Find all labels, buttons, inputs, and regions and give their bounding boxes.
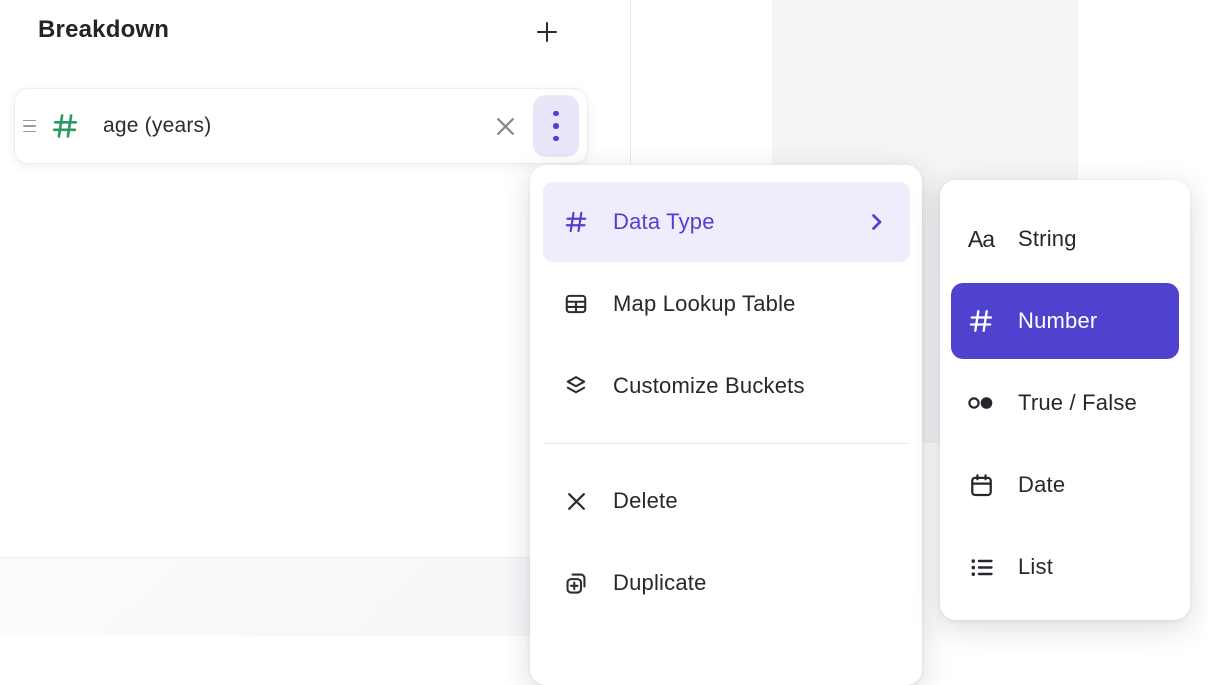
stack-icon	[563, 373, 589, 399]
list-icon	[966, 554, 996, 581]
string-icon: Aa	[966, 226, 996, 253]
remove-field-button[interactable]	[488, 109, 522, 143]
field-context-menu: Data Type Map Lookup Table Customize Buc…	[530, 165, 922, 685]
option-string[interactable]: Aa String	[940, 198, 1190, 280]
x-icon	[563, 489, 589, 514]
option-number[interactable]: Number	[951, 283, 1179, 359]
drag-handle-icon[interactable]	[23, 120, 37, 133]
add-breakdown-button[interactable]	[527, 12, 567, 52]
table-icon	[563, 291, 589, 317]
menu-item-map-lookup-table[interactable]: Map Lookup Table	[530, 263, 922, 345]
option-true-false[interactable]: True / False	[940, 362, 1190, 444]
page-title: Breakdown	[38, 16, 169, 44]
option-date[interactable]: Date	[940, 444, 1190, 526]
option-label: String	[1018, 226, 1077, 252]
menu-item-label: Map Lookup Table	[613, 291, 796, 317]
plus-icon	[533, 18, 561, 46]
menu-item-delete[interactable]: Delete	[530, 460, 922, 542]
menu-item-label: Data Type	[613, 209, 715, 235]
menu-item-duplicate[interactable]: Duplicate	[530, 542, 922, 624]
menu-item-data-type[interactable]: Data Type	[543, 182, 910, 262]
option-label: Number	[1018, 308, 1097, 334]
menu-item-label: Delete	[613, 488, 678, 514]
duplicate-plus-icon	[563, 570, 589, 596]
option-list[interactable]: List	[940, 526, 1190, 608]
hash-icon	[966, 307, 996, 335]
close-icon	[493, 114, 518, 139]
number-type-hash-icon	[50, 111, 80, 141]
chevron-right-icon	[864, 210, 888, 234]
field-name-label: age (years)	[103, 114, 211, 138]
field-menu-button[interactable]	[533, 95, 579, 157]
data-type-submenu: Aa String Number True / False Date	[940, 180, 1190, 620]
footer-area	[0, 558, 530, 636]
calendar-icon	[966, 472, 996, 499]
menu-divider	[543, 443, 909, 444]
breakdown-field-card[interactable]: age (years)	[14, 88, 588, 164]
menu-item-customize-buckets[interactable]: Customize Buckets	[530, 345, 922, 427]
option-label: Date	[1018, 472, 1065, 498]
hash-icon	[563, 209, 589, 235]
menu-item-label: Duplicate	[613, 570, 707, 596]
option-label: True / False	[1018, 390, 1137, 416]
option-label: List	[1018, 554, 1053, 580]
menu-item-label: Customize Buckets	[613, 373, 805, 399]
boolean-circles-icon	[966, 391, 996, 415]
